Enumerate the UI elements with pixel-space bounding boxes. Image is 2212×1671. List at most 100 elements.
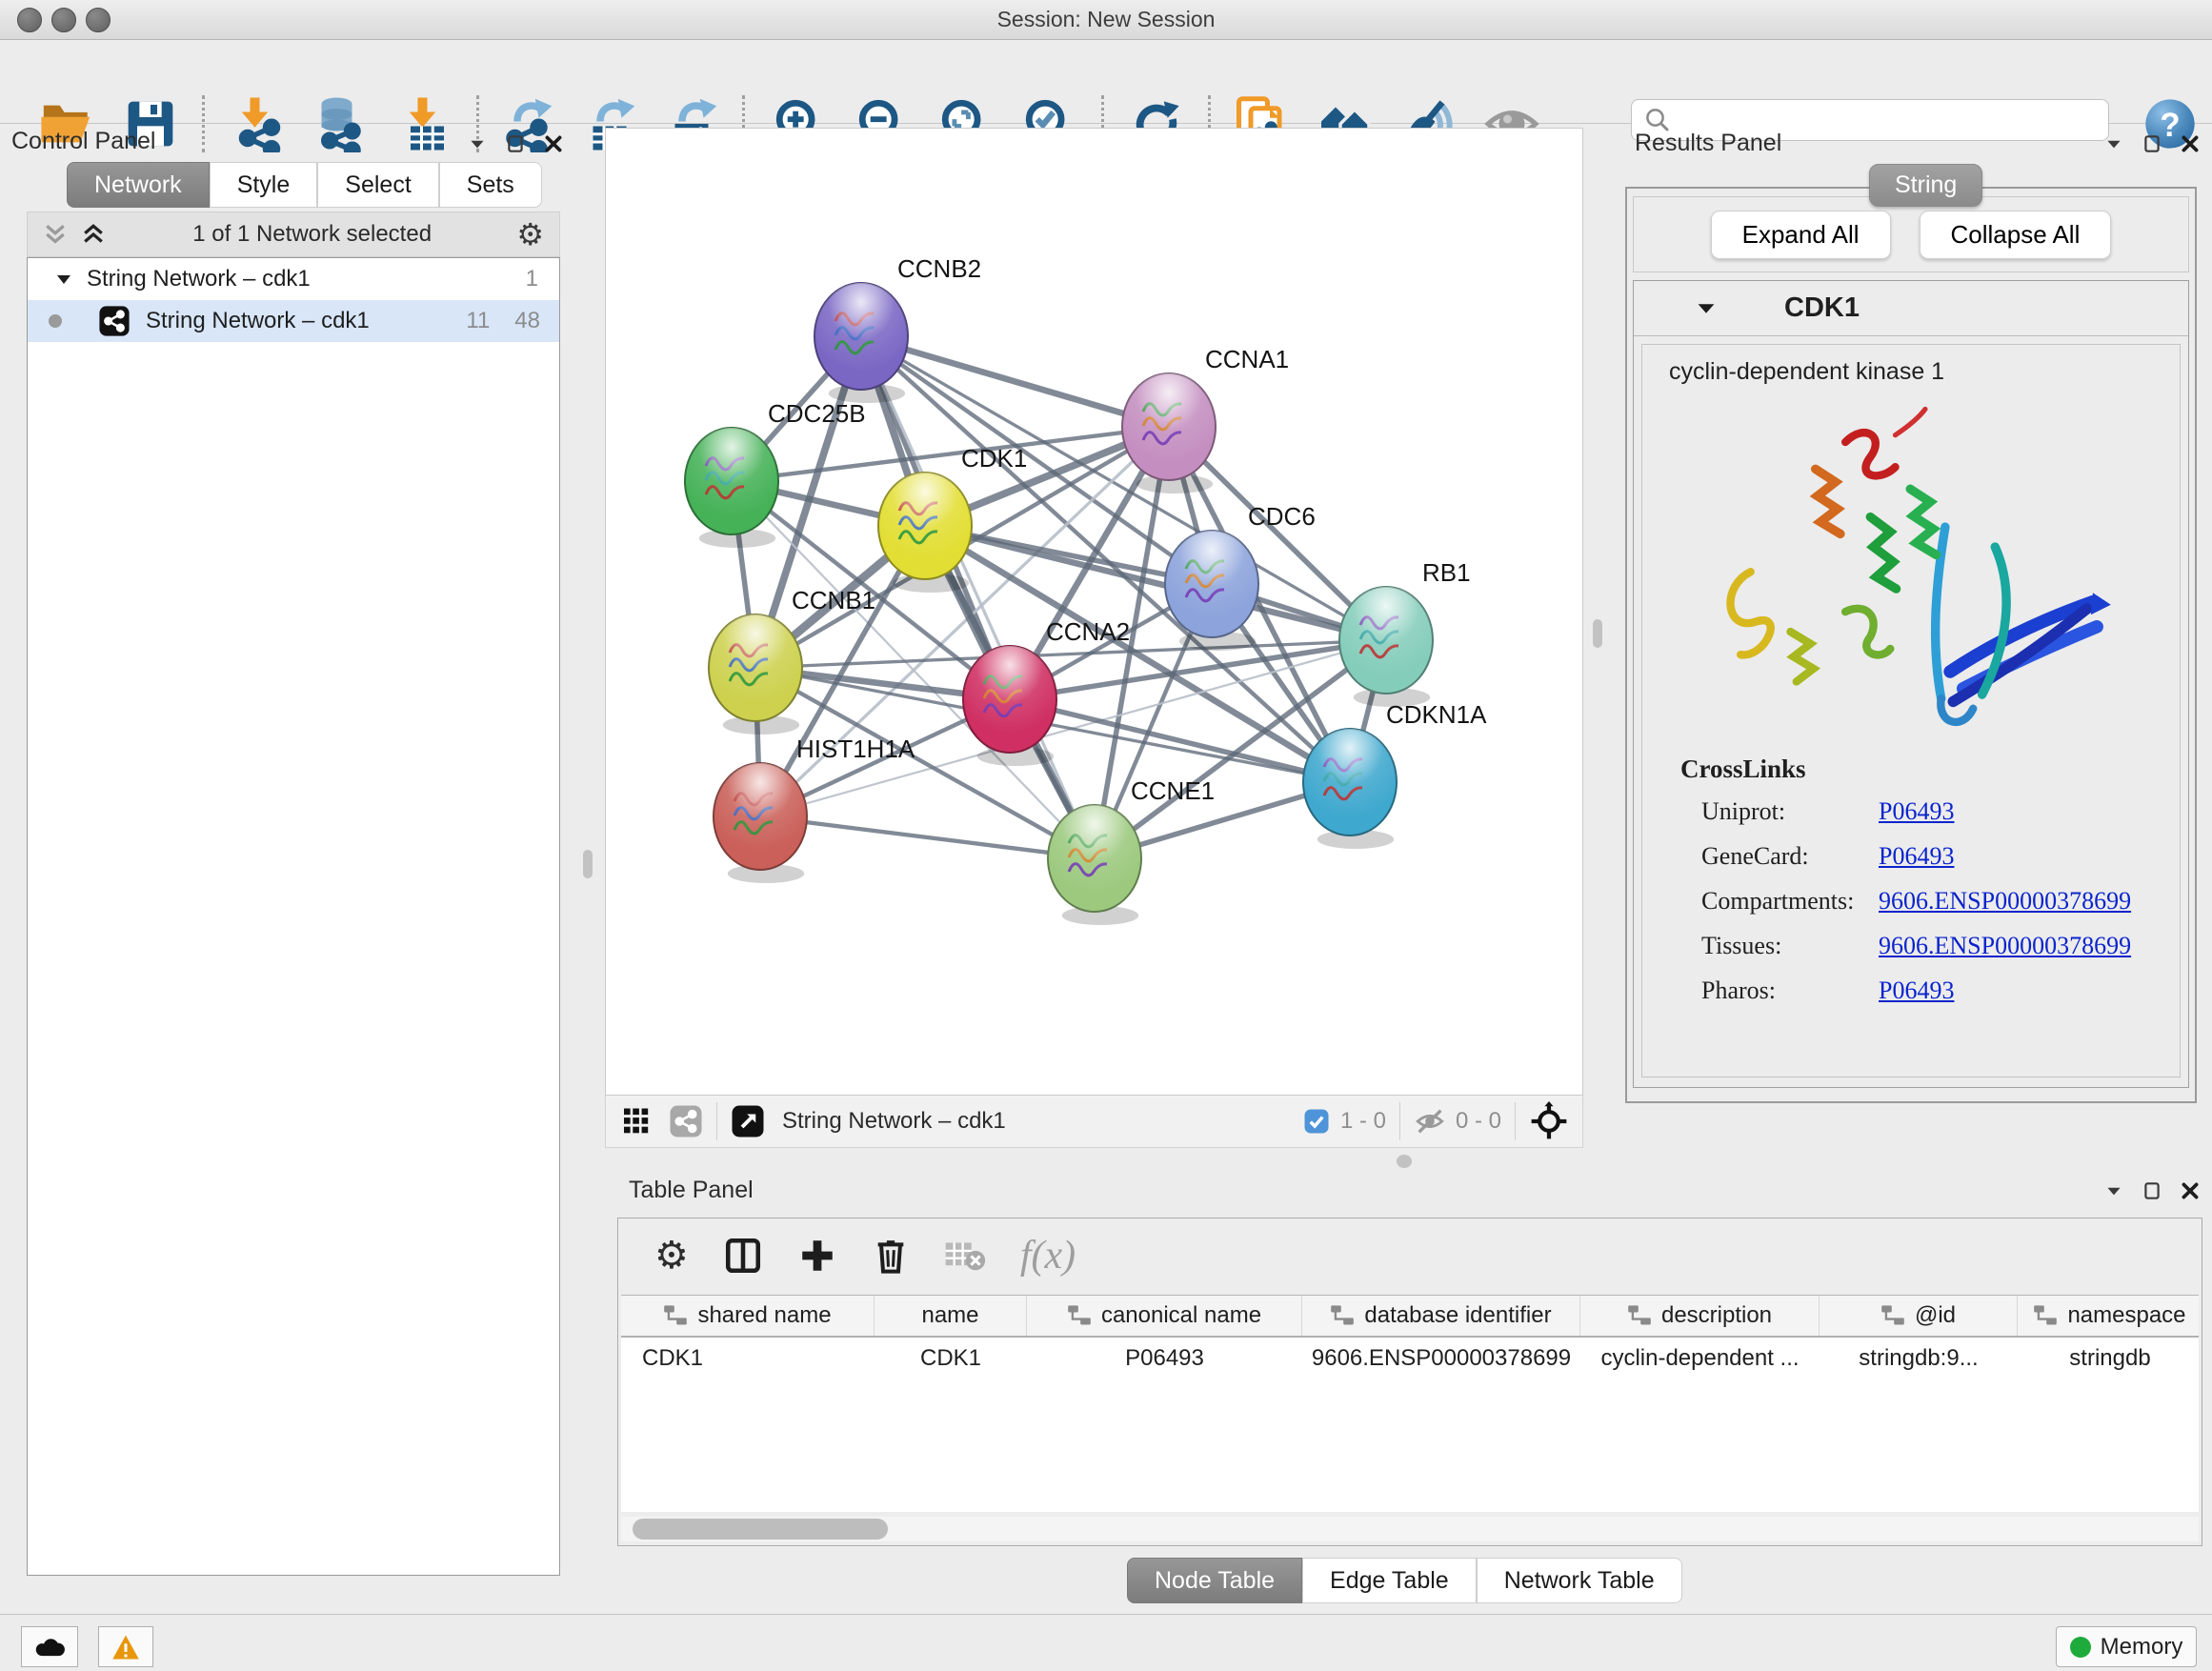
network-view-share-icon[interactable]	[669, 1104, 703, 1138]
table-toolbar: ⚙ f(x)	[618, 1218, 2202, 1293]
network-graph[interactable]: CCNB2CCNA1CDC25BCDK1CDC6RB1CCNB1CCNA2CDK…	[606, 129, 1582, 1095]
panel-menu-icon[interactable]	[2103, 133, 2124, 154]
panel-float-icon[interactable]	[2142, 1180, 2162, 1201]
network-share-icon	[98, 305, 131, 337]
crosslink-link[interactable]: P06493	[1879, 976, 1954, 1005]
collapse-all-button[interactable]: Collapse All	[1920, 211, 2112, 259]
selected-checkbox-icon[interactable]	[1302, 1107, 1331, 1136]
memory-button[interactable]: Memory	[2056, 1626, 2197, 1667]
crosslink-link[interactable]: P06493	[1879, 842, 1954, 871]
left-splitter-handle[interactable]	[583, 850, 593, 878]
function-builder-icon[interactable]: f(x)	[1020, 1233, 1076, 1278]
collection-name: String Network – cdk1	[87, 266, 311, 292]
collection-count: 1	[526, 266, 538, 292]
network-canvas[interactable]: CCNB2CCNA1CDC25BCDK1CDC6RB1CCNB1CCNA2CDK…	[605, 128, 1583, 1096]
node-CCNB2[interactable]: CCNB2	[814, 254, 981, 403]
fit-selected-crosshair-icon[interactable]	[1529, 1101, 1569, 1141]
crosslink-label: Tissues:	[1701, 932, 1879, 960]
panel-float-icon[interactable]	[505, 133, 526, 154]
crosslink-link[interactable]: P06493	[1879, 797, 1954, 826]
bottom-splitter-handle[interactable]	[1397, 1155, 1412, 1168]
grid-view-icon[interactable]	[621, 1104, 655, 1138]
table-horizontal-scrollbar[interactable]	[621, 1517, 2199, 1541]
node-CDK1[interactable]: CDK1	[878, 444, 1027, 593]
collapse-entry-icon[interactable]	[1695, 297, 1718, 320]
crosslink-row: Tissues:9606.ENSP00000378699	[1680, 932, 2131, 960]
tab-edge-table[interactable]: Edge Table	[1302, 1558, 1477, 1603]
table-cell: stringdb	[2018, 1338, 2199, 1379]
tab-node-table[interactable]: Node Table	[1127, 1558, 1302, 1603]
node-CCNE1[interactable]: CCNE1	[1048, 776, 1215, 925]
main-toolbar: ?	[0, 40, 2212, 124]
crosslink-link[interactable]: 9606.ENSP00000378699	[1879, 887, 2131, 916]
edge-CCNB2-CCNE1[interactable]	[861, 336, 1095, 858]
panel-close-icon[interactable]	[2180, 133, 2201, 154]
node-label: RB1	[1422, 558, 1471, 587]
column-header-canonical-name[interactable]: canonical name	[1027, 1296, 1302, 1336]
table-panel-title: Table Panel	[629, 1177, 754, 1204]
tab-style[interactable]: Style	[210, 162, 318, 208]
table-settings-gear-icon[interactable]: ⚙	[654, 1234, 689, 1278]
column-type-icon	[1627, 1304, 1652, 1327]
gene-result-header[interactable]: CDK1	[1634, 281, 2188, 336]
column-label: database identifier	[1364, 1302, 1551, 1329]
crosslink-link[interactable]: 9606.ENSP00000378699	[1879, 932, 2131, 960]
window-titlebar: Session: New Session	[0, 0, 2212, 40]
tab-string[interactable]: String	[1869, 164, 1982, 207]
node-RB1[interactable]: RB1	[1339, 558, 1471, 707]
table-cell: 9606.ENSP00000378699	[1302, 1338, 1580, 1379]
control-panel-title: Control Panel	[11, 128, 155, 155]
column-header-name[interactable]: name	[875, 1296, 1027, 1336]
panel-close-icon[interactable]	[543, 133, 564, 154]
network-collection-row[interactable]: String Network – cdk1 1	[28, 258, 559, 300]
tab-network[interactable]: Network	[67, 162, 210, 208]
column-header-database-identifier[interactable]: database identifier	[1302, 1296, 1580, 1336]
crosslink-label: Uniprot:	[1701, 797, 1879, 826]
collapse-all-icon[interactable]	[41, 222, 70, 247]
expand-all-icon[interactable]	[79, 222, 108, 247]
show-columns-icon[interactable]	[723, 1236, 763, 1276]
birdseye-view-icon[interactable]	[731, 1104, 765, 1138]
add-column-icon[interactable]	[797, 1236, 837, 1276]
delete-column-icon[interactable]	[872, 1236, 910, 1276]
panel-float-icon[interactable]	[2142, 133, 2162, 154]
warnings-button[interactable]	[98, 1626, 153, 1667]
expand-all-button[interactable]: Expand All	[1711, 211, 1891, 259]
cloud-button[interactable]	[21, 1626, 78, 1667]
edge-HIST1H1A-CCNE1[interactable]	[760, 816, 1095, 858]
panel-menu-icon[interactable]	[467, 133, 488, 154]
selected-node-edge-count: 1 - 0	[1340, 1108, 1386, 1135]
table-row[interactable]: CDK1CDK1P064939606.ENSP00000378699cyclin…	[621, 1338, 2199, 1379]
column-header-shared-name[interactable]: shared name	[621, 1296, 875, 1336]
crosslinks-section: CrossLinks Uniprot:P06493GeneCard:P06493…	[1680, 755, 2131, 1021]
crosslink-label: Compartments:	[1701, 887, 1879, 916]
panel-menu-icon[interactable]	[2103, 1180, 2124, 1201]
tab-select[interactable]: Select	[317, 162, 438, 208]
delete-table-icon[interactable]	[944, 1237, 986, 1275]
column-header-description[interactable]: description	[1580, 1296, 1820, 1336]
column-header-@id[interactable]: @id	[1820, 1296, 2018, 1336]
crosslink-row: GeneCard:P06493	[1680, 842, 2131, 871]
node-CDKN1A[interactable]: CDKN1A	[1303, 700, 1487, 849]
tab-network-table[interactable]: Network Table	[1477, 1558, 1682, 1603]
gene-symbol: CDK1	[1784, 292, 1860, 324]
warning-icon	[111, 1634, 140, 1661]
node-CCNA1[interactable]: CCNA1	[1122, 345, 1289, 493]
crosslink-row: Compartments:9606.ENSP00000378699	[1680, 887, 2131, 916]
column-label: name	[921, 1302, 978, 1329]
window-title: Session: New Session	[0, 7, 2212, 32]
network-row[interactable]: String Network – cdk1 11 48	[28, 300, 559, 342]
tree-expander-icon[interactable]	[54, 270, 73, 289]
node-HIST1H1A[interactable]: HIST1H1A	[714, 735, 915, 883]
table-cell: CDK1	[875, 1338, 1027, 1379]
hidden-eye-icon[interactable]	[1414, 1105, 1446, 1137]
tab-sets[interactable]: Sets	[439, 162, 542, 208]
cloud-icon	[33, 1635, 66, 1660]
column-header-namespace[interactable]: namespace	[2018, 1296, 2199, 1336]
node-table[interactable]: shared name name canonical name database id…	[621, 1295, 2199, 1512]
panel-close-icon[interactable]	[2180, 1180, 2201, 1201]
protein-structure-image	[1696, 395, 2115, 738]
scrollbar-thumb[interactable]	[633, 1519, 888, 1540]
network-options-gear-icon[interactable]: ⚙	[516, 216, 544, 252]
right-splitter-handle[interactable]	[1593, 619, 1602, 648]
